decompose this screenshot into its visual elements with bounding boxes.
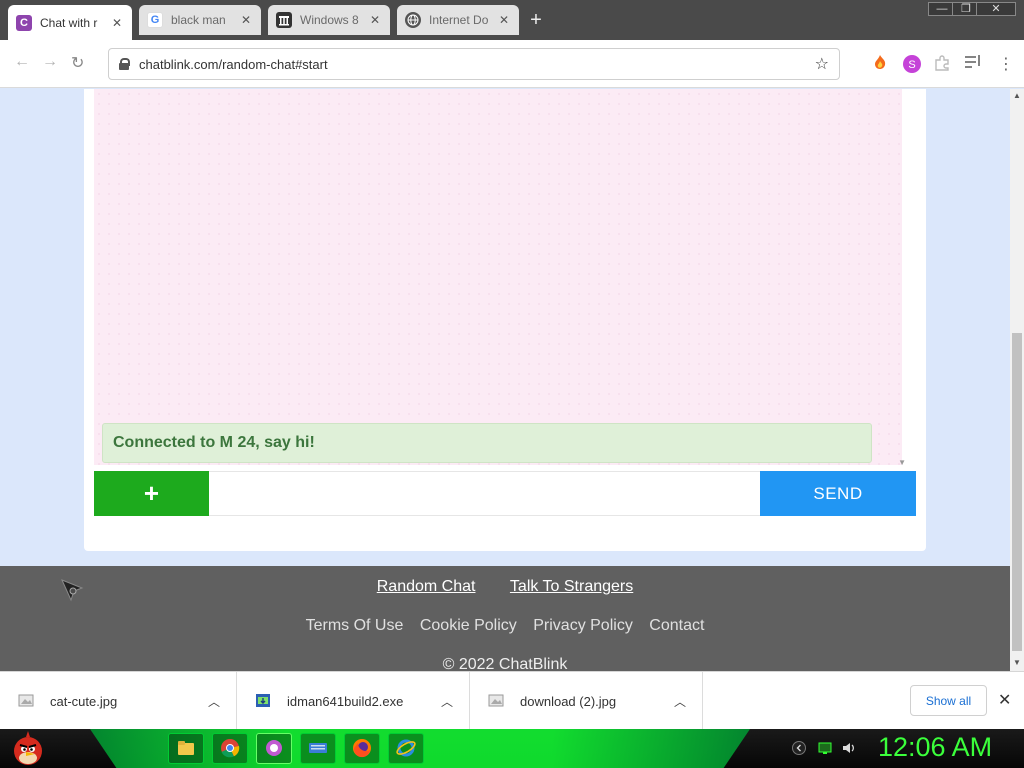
- flower-app-icon: [266, 740, 282, 756]
- kebab-menu-icon[interactable]: ⋮: [998, 54, 1014, 74]
- privacy-policy-link[interactable]: Privacy Policy: [533, 617, 633, 634]
- close-tab-icon[interactable]: ✕: [239, 13, 253, 27]
- close-tab-icon[interactable]: ✕: [368, 13, 382, 27]
- globe-icon: [405, 12, 421, 28]
- angry-bird-start-icon[interactable]: [8, 731, 48, 767]
- network-monitor-icon[interactable]: [818, 741, 832, 755]
- chat-scroll-down-icon[interactable]: ▼: [898, 458, 906, 467]
- exe-file-icon: [256, 694, 270, 707]
- close-window-button[interactable]: ✕: [976, 2, 1016, 16]
- ie-icon: [396, 739, 416, 757]
- talk-to-strangers-link[interactable]: Talk To Strangers: [510, 578, 633, 595]
- download-item[interactable]: download (2).jpg ︿: [470, 672, 703, 730]
- page-scrollbar[interactable]: ▲ ▼: [1010, 89, 1024, 671]
- profile-s-icon[interactable]: S: [903, 55, 921, 78]
- address-bar[interactable]: chatblink.com/random-chat#start ☆: [108, 48, 840, 80]
- download-shelf: cat-cute.jpg ︿ idman641build2.exe ︿ down…: [0, 671, 1024, 730]
- close-tab-icon[interactable]: ✕: [110, 16, 124, 30]
- google-icon: G: [147, 12, 163, 28]
- download-item[interactable]: cat-cute.jpg ︿: [0, 672, 237, 730]
- tab-title: Chat with r: [40, 15, 98, 30]
- cookie-policy-link[interactable]: Cookie Policy: [420, 617, 517, 634]
- close-icon[interactable]: ✕: [998, 690, 1011, 710]
- tab-title: Internet Do: [429, 13, 489, 27]
- image-file-icon: [18, 694, 34, 707]
- chatblink-icon: C: [16, 14, 32, 31]
- svg-text:S: S: [908, 59, 915, 71]
- show-all-button[interactable]: Show all: [910, 685, 987, 716]
- scroll-down-icon[interactable]: ▼: [1010, 658, 1024, 667]
- back-arrow-icon[interactable]: ←: [14, 53, 30, 71]
- chevron-up-icon[interactable]: ︿: [208, 693, 220, 710]
- chevron-left-tray-icon[interactable]: [792, 741, 806, 755]
- message-composer: + SEND: [94, 471, 916, 516]
- image-file-icon: [488, 694, 504, 707]
- chevron-up-icon[interactable]: ︿: [441, 693, 453, 710]
- message-input[interactable]: [209, 471, 760, 516]
- tab-windows[interactable]: Windows 8 ✕: [268, 5, 390, 35]
- tab-google[interactable]: G black man ✕: [139, 5, 261, 35]
- random-chat-link[interactable]: Random Chat: [377, 578, 476, 595]
- tab-title: black man: [171, 13, 226, 27]
- taskbar-clock[interactable]: 12:06 AM: [878, 732, 992, 763]
- send-button[interactable]: SEND: [760, 471, 916, 516]
- download-filename: idman641build2.exe: [287, 693, 404, 709]
- chrome-icon: [221, 739, 240, 758]
- page-viewport: Connected to M 24, say hi! ▼ + SEND Rand…: [0, 89, 1010, 671]
- chat-log[interactable]: Connected to M 24, say hi! ▼: [94, 89, 906, 467]
- reading-list-icon[interactable]: [964, 54, 982, 75]
- new-tab-button[interactable]: +: [526, 9, 546, 32]
- chevron-up-icon[interactable]: ︿: [674, 693, 686, 710]
- close-tab-icon[interactable]: ✕: [497, 13, 511, 27]
- scroll-up-icon[interactable]: ▲: [1010, 91, 1024, 100]
- download-filename: download (2).jpg: [520, 693, 617, 709]
- speaker-icon[interactable]: [842, 741, 856, 755]
- secondary-links: Terms Of Use Cookie Policy Privacy Polic…: [0, 617, 1010, 635]
- tab-chat[interactable]: C Chat with r ✕: [8, 5, 132, 40]
- tab-strip: C Chat with r ✕ G black man ✕ Windows 8 …: [0, 0, 1024, 40]
- reload-icon[interactable]: ↻: [71, 53, 84, 73]
- attach-button[interactable]: +: [94, 471, 209, 516]
- puzzle-extensions-icon[interactable]: [933, 54, 951, 77]
- contact-link[interactable]: Contact: [649, 617, 704, 634]
- system-message: Connected to M 24, say hi!: [102, 423, 872, 463]
- firefox-icon: [353, 739, 371, 758]
- download-item[interactable]: idman641build2.exe ︿: [237, 672, 470, 730]
- copyright: © 2022 ChatBlink: [442, 656, 568, 671]
- bookmark-star-icon[interactable]: ☆: [815, 54, 829, 74]
- primary-links: Random Chat Talk To Strangers: [0, 578, 1010, 596]
- tab-title: Windows 8: [300, 13, 359, 27]
- fire-extension-icon[interactable]: [872, 54, 888, 75]
- site-footer: Random Chat Talk To Strangers Terms Of U…: [0, 566, 1010, 671]
- building-icon: [276, 12, 292, 28]
- tab-internet[interactable]: Internet Do ✕: [397, 5, 519, 35]
- folder-icon: [178, 741, 194, 755]
- lock-icon: [119, 58, 130, 70]
- taskbar: 12:06 AM: [0, 729, 1024, 768]
- url-text[interactable]: chatblink.com/random-chat#start: [139, 57, 815, 72]
- browser-toolbar: ← → ↻ chatblink.com/random-chat#start ☆ …: [0, 40, 1024, 88]
- forward-arrow-icon[interactable]: →: [42, 53, 58, 71]
- terms-link[interactable]: Terms Of Use: [306, 617, 404, 634]
- chat-card: Connected to M 24, say hi! ▼ + SEND: [84, 89, 926, 551]
- download-filename: cat-cute.jpg: [50, 693, 118, 709]
- scrollbar-thumb[interactable]: [1012, 333, 1022, 651]
- keyboard-icon: [309, 743, 327, 753]
